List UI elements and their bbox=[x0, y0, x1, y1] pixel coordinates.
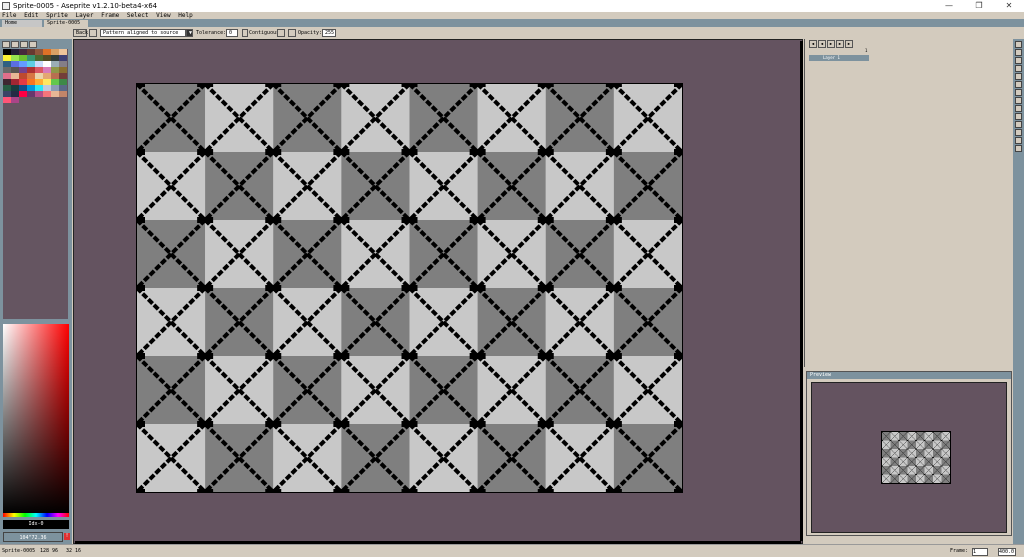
prev-frame-icon[interactable]: ◀ bbox=[818, 40, 826, 48]
menu-frame[interactable]: Frame bbox=[101, 12, 119, 19]
close-button[interactable]: ✕ bbox=[994, 0, 1024, 12]
tab-bar: Home Sprite-0005 bbox=[0, 19, 1024, 27]
palette-sort-icon[interactable] bbox=[11, 41, 19, 48]
first-frame-icon[interactable]: ◀ bbox=[809, 40, 817, 48]
menu-layer[interactable]: Layer bbox=[75, 12, 93, 19]
preview-image bbox=[882, 432, 950, 483]
palette-options-icon[interactable] bbox=[29, 41, 37, 48]
palette-swatch[interactable] bbox=[35, 91, 43, 97]
menu-sprite[interactable]: Sprite bbox=[46, 12, 68, 19]
paint-bucket-icon[interactable] bbox=[89, 29, 97, 37]
context-bar: Back Pattern aligned to source ▼ Toleran… bbox=[0, 27, 1024, 39]
pattern-image bbox=[137, 84, 682, 492]
warning-icon[interactable]: ! bbox=[64, 533, 70, 540]
tab-home[interactable]: Home bbox=[2, 20, 42, 27]
spray-tool-icon[interactable] bbox=[1015, 73, 1022, 80]
palette-swatch[interactable] bbox=[43, 91, 51, 97]
back-button[interactable]: Back bbox=[73, 29, 87, 37]
ellipse-tool-icon[interactable] bbox=[1015, 129, 1022, 136]
zoom-input[interactable]: 400.0 bbox=[998, 548, 1016, 556]
contiguous-label: Contiguous bbox=[249, 29, 279, 37]
hue-slider[interactable] bbox=[3, 513, 69, 517]
contour-tool-icon[interactable] bbox=[1015, 137, 1022, 144]
frame-number[interactable]: 1 bbox=[865, 48, 867, 54]
refresh-icon[interactable] bbox=[277, 29, 285, 37]
tab-sprite-0005[interactable]: Sprite-0005 bbox=[44, 20, 88, 27]
timeline-controls: ◀◀▶▶▶ bbox=[809, 40, 854, 48]
menu-bar: File Edit Sprite Layer Frame Select View… bbox=[0, 12, 1024, 19]
preview-title: Preview bbox=[807, 372, 1011, 379]
palette-panel bbox=[3, 49, 68, 319]
palette-index-label: Idx-0 bbox=[3, 520, 69, 529]
lasso-tool-icon[interactable] bbox=[1015, 49, 1022, 56]
color-spectrum[interactable] bbox=[3, 324, 69, 514]
frame-input[interactable]: 1 bbox=[972, 548, 988, 556]
palette-swatch[interactable] bbox=[51, 91, 59, 97]
menu-select[interactable]: Select bbox=[127, 12, 149, 19]
contiguous-checkbox[interactable] bbox=[242, 29, 248, 37]
sprite-canvas[interactable] bbox=[136, 83, 683, 493]
layer-name: Layer 1 bbox=[823, 55, 840, 60]
frame-label: Frame: bbox=[950, 547, 968, 555]
eraser-tool-icon[interactable] bbox=[1015, 81, 1022, 88]
palette-swatch[interactable] bbox=[11, 97, 19, 103]
layer-row[interactable]: Layer 1 bbox=[809, 55, 869, 61]
line-tool-icon[interactable] bbox=[1015, 121, 1022, 128]
eyedropper-tool-icon[interactable] bbox=[1015, 89, 1022, 96]
app-icon bbox=[2, 2, 10, 10]
status-grid-size: 32 16 bbox=[66, 547, 81, 555]
palette-edit-icon[interactable] bbox=[2, 41, 10, 48]
last-frame-icon[interactable]: ▶ bbox=[845, 40, 853, 48]
tolerance-input[interactable]: 0 bbox=[226, 29, 238, 37]
foreground-color-button[interactable]: 104"72.36 bbox=[3, 532, 63, 542]
opacity-label: Opacity: bbox=[298, 29, 322, 37]
timeline-panel: ◀◀▶▶▶ 1 Layer 1 bbox=[804, 39, 1013, 367]
zoom-tool-icon[interactable] bbox=[1015, 97, 1022, 104]
magic-wand-tool-icon[interactable] bbox=[1015, 57, 1022, 64]
minimize-button[interactable]: — bbox=[934, 0, 964, 12]
move-tool-icon[interactable] bbox=[1015, 105, 1022, 112]
palette-swatch[interactable] bbox=[19, 91, 27, 97]
pixel-perfect-icon[interactable] bbox=[288, 29, 296, 37]
palette-presets-icon[interactable] bbox=[20, 41, 28, 48]
tool-bar bbox=[1013, 39, 1024, 544]
status-sprite-size: 128 96 bbox=[40, 547, 58, 555]
marquee-tool-icon[interactable] bbox=[1015, 41, 1022, 48]
menu-file[interactable]: File bbox=[2, 12, 16, 19]
timeline-header: 1 bbox=[809, 48, 869, 54]
paint-bucket-tool-icon[interactable] bbox=[1015, 113, 1022, 120]
pattern-select[interactable]: Pattern aligned to source bbox=[100, 29, 186, 37]
preview-canvas bbox=[881, 431, 951, 484]
tolerance-label: Tolerance: bbox=[196, 29, 226, 37]
palette-swatches[interactable] bbox=[3, 49, 67, 103]
menu-help[interactable]: Help bbox=[178, 12, 192, 19]
vertical-scrollbar[interactable] bbox=[800, 41, 803, 541]
window-title: Sprite-0005 - Aseprite v1.2.10-beta4-x64 bbox=[13, 1, 157, 11]
palette-swatch[interactable] bbox=[27, 91, 35, 97]
chevron-down-icon[interactable]: ▼ bbox=[186, 29, 193, 37]
maximize-button[interactable]: ❐ bbox=[964, 0, 994, 12]
preview-viewport[interactable] bbox=[811, 382, 1007, 533]
status-sprite-name: Sprite-0005 bbox=[2, 547, 35, 555]
palette-swatch[interactable] bbox=[3, 97, 11, 103]
play-icon[interactable]: ▶ bbox=[827, 40, 835, 48]
preview-panel: Preview bbox=[806, 371, 1012, 536]
blur-tool-icon[interactable] bbox=[1015, 145, 1022, 152]
next-frame-icon[interactable]: ▶ bbox=[836, 40, 844, 48]
palette-swatch[interactable] bbox=[59, 91, 67, 97]
menu-view[interactable]: View bbox=[156, 12, 170, 19]
window-title-bar: Sprite-0005 - Aseprite v1.2.10-beta4-x64… bbox=[0, 0, 1024, 12]
pencil-tool-icon[interactable] bbox=[1015, 65, 1022, 72]
opacity-input[interactable]: 255 bbox=[322, 29, 336, 37]
menu-edit[interactable]: Edit bbox=[24, 12, 38, 19]
color-bar: Idx-0 104"72.36 ! bbox=[0, 39, 72, 544]
status-bar: Sprite-0005 128 96 32 16 Frame: 1 400.0 bbox=[0, 544, 1024, 557]
